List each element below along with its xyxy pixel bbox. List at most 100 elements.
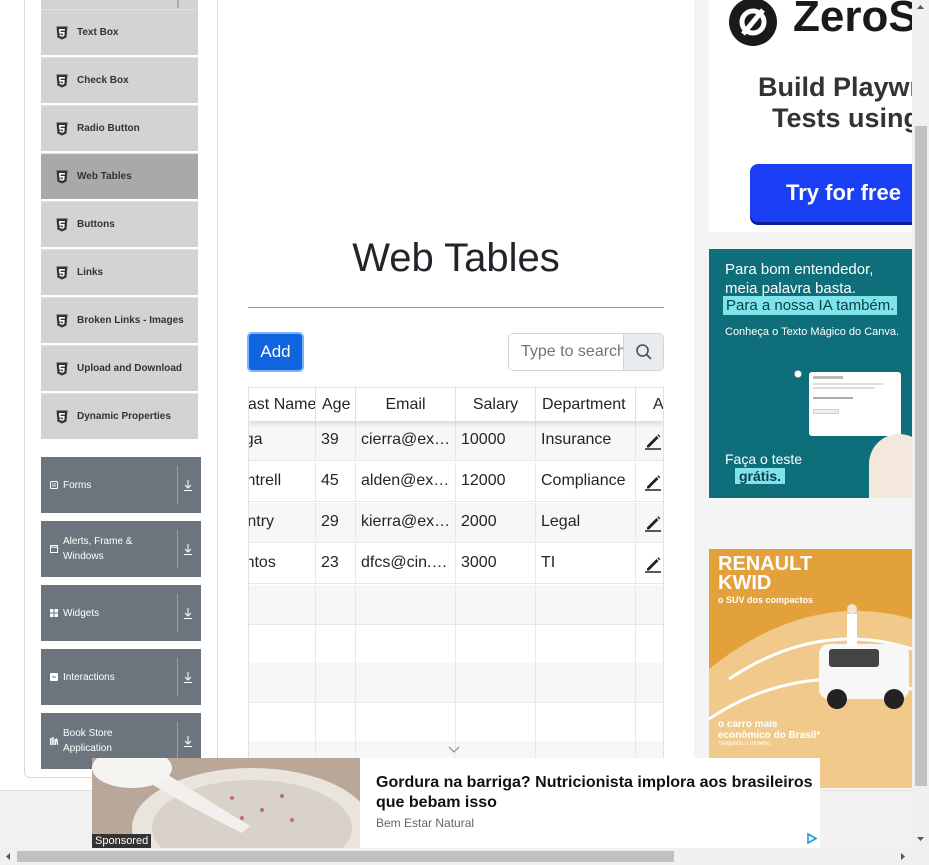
scroll-left-icon[interactable] bbox=[4, 852, 11, 861]
download-arrow-icon[interactable] bbox=[183, 734, 193, 748]
table-row: Vega39cierra@ex…10000Insurance bbox=[249, 421, 663, 461]
sidebar-group-interactions[interactable]: Interactions bbox=[41, 649, 201, 705]
search-button[interactable] bbox=[623, 334, 663, 370]
ad-headline[interactable]: Gordura na barriga? Nutricionista implor… bbox=[376, 773, 816, 813]
ad-renault[interactable]: RENAULT KWID o SUV dos compactos o carro … bbox=[709, 549, 912, 788]
group-label: Forms bbox=[63, 479, 92, 491]
table-header: Last Name Age Email Salary Department A bbox=[249, 388, 663, 421]
table-row: Santos23dfcs@cin.u…3000TI bbox=[249, 544, 663, 584]
group-divider bbox=[177, 530, 178, 568]
table-cell bbox=[456, 663, 536, 703]
horizontal-scroll-thumb[interactable] bbox=[17, 851, 674, 862]
chevron-down-icon[interactable] bbox=[447, 744, 461, 754]
scroll-down-icon[interactable] bbox=[916, 836, 925, 843]
search-input[interactable] bbox=[509, 334, 623, 370]
sidebar-item-check-box[interactable]: Check Box bbox=[41, 57, 198, 103]
table-cell: Legal bbox=[536, 503, 636, 543]
table-row-empty bbox=[249, 663, 663, 703]
sidebar-item-web-tables[interactable]: Web Tables bbox=[41, 153, 198, 199]
table-cell bbox=[536, 702, 636, 742]
table-cell bbox=[536, 663, 636, 703]
box-icon bbox=[50, 673, 58, 681]
table-cell: 45 bbox=[316, 462, 356, 502]
download-arrow-icon[interactable] bbox=[183, 606, 193, 620]
sidebar-group-widgets[interactable]: Widgets bbox=[41, 585, 201, 641]
try-free-button[interactable]: Try for free bbox=[750, 164, 912, 222]
table-cell: 29 bbox=[316, 503, 356, 543]
grid-icon bbox=[50, 609, 58, 617]
zerostep-logo-icon bbox=[729, 0, 777, 46]
edit-pencil-icon[interactable] bbox=[644, 432, 662, 450]
canva-preview-card bbox=[809, 372, 901, 436]
table-row: Gentry29kierra@ex…2000Legal bbox=[249, 503, 663, 543]
action-cell bbox=[636, 421, 663, 461]
sidebar-item-label: Buttons bbox=[77, 219, 115, 230]
vertical-scroll-thumb[interactable] bbox=[915, 126, 927, 786]
sidebar-item-text-box[interactable]: Text Box bbox=[41, 9, 198, 55]
renault-note: *segundo o Inmetro bbox=[718, 741, 771, 747]
download-arrow-icon[interactable] bbox=[183, 670, 193, 684]
header-department[interactable]: Department bbox=[536, 388, 636, 421]
group-divider bbox=[177, 594, 178, 632]
header-age[interactable]: Age bbox=[316, 388, 356, 421]
download-arrow-icon[interactable] bbox=[183, 478, 193, 492]
ad-canva[interactable]: Para bom entendedor, meia palavra basta. … bbox=[709, 249, 912, 498]
action-cell bbox=[636, 462, 663, 502]
sidebar-group-forms[interactable]: Forms bbox=[41, 457, 201, 513]
header-label: Last Name bbox=[249, 396, 316, 413]
table-cell bbox=[456, 702, 536, 742]
edit-pencil-icon[interactable] bbox=[644, 555, 662, 573]
sidebar-item-label: Check Box bbox=[77, 75, 129, 86]
sidebar-item-buttons[interactable]: Buttons bbox=[41, 201, 198, 247]
canva-line-1a: Para bom entendedor, bbox=[725, 261, 874, 278]
table-cell bbox=[316, 702, 356, 742]
web-table: Vega39cierra@ex…10000InsuranceCantrell45… bbox=[248, 387, 664, 765]
renault-title: RENAULT KWID bbox=[718, 554, 812, 593]
sidebar-item-label: Web Tables bbox=[77, 171, 132, 182]
header-action[interactable]: A bbox=[636, 388, 663, 421]
download-arrow-icon[interactable] bbox=[183, 542, 193, 556]
group-divider bbox=[177, 722, 178, 760]
sidebar-group-alerts[interactable]: Alerts, Frame & Windows bbox=[41, 521, 201, 577]
sidebar-item-dynamic-properties[interactable]: Dynamic Properties bbox=[41, 393, 198, 439]
canva-subtitle: Conheça o Texto Mágico do Canva. bbox=[725, 326, 900, 338]
window-icon bbox=[50, 545, 58, 553]
canva-line-1: Para bom entendedor, meia palavra basta. bbox=[725, 260, 873, 298]
table-cell bbox=[249, 585, 316, 625]
header-salary[interactable]: Salary bbox=[456, 388, 536, 421]
table-cell: alden@ex… bbox=[356, 462, 456, 502]
table-row-empty bbox=[249, 585, 663, 625]
title-divider bbox=[248, 307, 664, 308]
canva-cta-line: Faça o teste bbox=[725, 451, 803, 467]
header-last-name[interactable]: Last Name bbox=[249, 388, 316, 421]
ad-line-2: Tests using AI bbox=[772, 103, 912, 133]
sidebar-item-previous[interactable] bbox=[41, 0, 198, 9]
sidebar-item-links[interactable]: Links bbox=[41, 249, 198, 295]
html5-icon bbox=[56, 218, 68, 231]
sidebar-item-broken-links-images[interactable]: Broken Links - Images bbox=[41, 297, 198, 343]
canva-cta-highlight: grátis. bbox=[735, 468, 786, 484]
edit-pencil-icon[interactable] bbox=[644, 514, 662, 532]
action-cell bbox=[636, 544, 663, 584]
header-email[interactable]: Email bbox=[356, 388, 456, 421]
table-cell: dfcs@cin.u… bbox=[356, 544, 456, 584]
html5-icon bbox=[56, 170, 68, 183]
table-cell: 12000 bbox=[456, 462, 536, 502]
sidebar-item-upload-and-download[interactable]: Upload and Download bbox=[41, 345, 198, 391]
sidebar-item-label: Radio Button bbox=[77, 123, 140, 134]
html5-icon bbox=[56, 362, 68, 375]
table-cell bbox=[456, 624, 536, 664]
add-button[interactable]: Add bbox=[247, 332, 304, 372]
scroll-right-icon[interactable] bbox=[900, 852, 907, 861]
ad-zerostep[interactable]: ZeroStep Build Playwright Tests using AI… bbox=[709, 0, 912, 232]
scroll-up-icon[interactable] bbox=[916, 3, 925, 10]
table-cell: 2000 bbox=[456, 503, 536, 543]
adchoices-icon[interactable] bbox=[805, 832, 818, 845]
table-cell bbox=[636, 624, 663, 664]
bottom-ad[interactable]: Sponsored Gordura na barriga? Nutricioni… bbox=[92, 758, 820, 848]
edit-pencil-icon[interactable] bbox=[644, 473, 662, 491]
table-cell: 23 bbox=[316, 544, 356, 584]
list-icon bbox=[50, 481, 58, 489]
sidebar-item-radio-button[interactable]: Radio Button bbox=[41, 105, 198, 151]
renault-bottom-2: econômico do Brasil* bbox=[718, 730, 821, 741]
